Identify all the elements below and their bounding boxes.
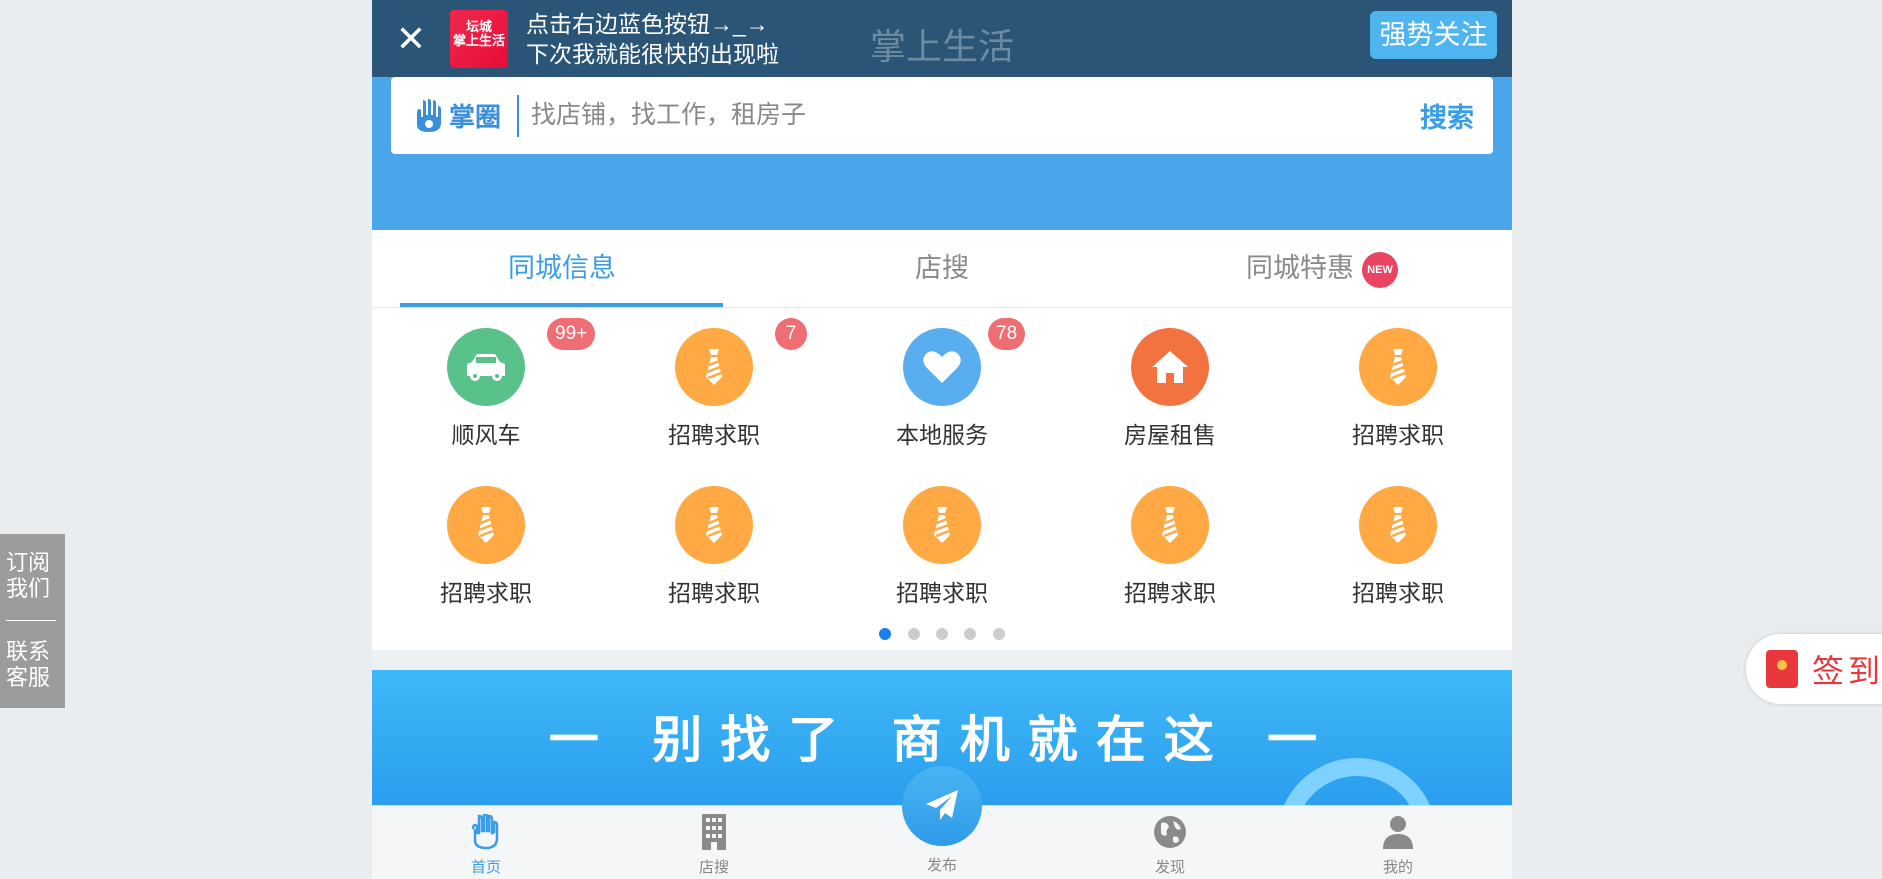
red-envelope-icon [1766, 650, 1798, 688]
search-bar: 掌圈 搜索 [391, 77, 1493, 154]
pager-dot[interactable] [992, 628, 1005, 640]
sign-in-label: 签到 [1812, 653, 1882, 689]
tie-icon [1359, 486, 1437, 564]
brand-logo: 掌圈 [413, 94, 519, 137]
hero-area: 掌圈 搜索 本站浏览：187.1万 发布总量：2.5万 帮助中心 [372, 77, 1512, 287]
carousel-pager [372, 627, 1512, 645]
tie-icon [1131, 486, 1209, 564]
app-column: ✕ 坛城 掌上生活 点击右边蓝色按钮→_→ 下次我就能很快的出现啦 掌上生活 强… [372, 0, 1512, 879]
hand-logo-icon [417, 98, 441, 132]
section-gap [372, 650, 1512, 670]
category-item[interactable]: 本地服务 78 [828, 308, 1056, 458]
count-badge: 78 [988, 318, 1026, 350]
heart-icon [903, 328, 981, 406]
tab-shop-search[interactable]: 店搜 [752, 230, 1132, 307]
tie-icon [1359, 328, 1437, 406]
search-button[interactable]: 搜索 [1420, 96, 1493, 135]
content-tabs: 同城信息 店搜 同城特惠 NEW [372, 230, 1512, 308]
tab-local-info[interactable]: 同城信息 [372, 230, 752, 307]
category-grid: 顺风车 99+ 招聘求职 7 本地服务 78 房屋租售 招聘求职 招聘求职 招聘… [372, 308, 1512, 648]
bottom-tabbar: 首页 店搜 发布 发现 我的 [372, 766, 1512, 879]
category-item[interactable]: 招聘求职 [600, 466, 828, 616]
category-item[interactable]: 招聘求职 [1284, 308, 1512, 458]
contact-service-link[interactable]: 联系 客服 [6, 639, 65, 691]
tabbar-shops[interactable]: 店搜 [600, 806, 828, 879]
house-icon [1131, 328, 1209, 406]
category-item[interactable]: 招聘求职 [1056, 466, 1284, 616]
new-badge: NEW [1362, 251, 1398, 288]
app-logo: 坛城 掌上生活 [450, 9, 508, 68]
tabbar-home[interactable]: 首页 [372, 806, 600, 879]
tab-local-deals[interactable]: 同城特惠 NEW [1132, 230, 1512, 307]
tie-icon [903, 486, 981, 564]
paper-plane-icon[interactable] [902, 766, 982, 846]
category-item[interactable]: 招聘求职 [828, 466, 1056, 616]
subscribe-link[interactable]: 订阅 我们 [6, 550, 65, 602]
follow-button[interactable]: 强势关注 [1370, 11, 1497, 59]
hand-icon [372, 814, 600, 850]
download-banner: ✕ 坛城 掌上生活 点击右边蓝色按钮→_→ 下次我就能很快的出现啦 掌上生活 强… [372, 0, 1512, 77]
side-float-menu: 订阅 我们 联系 客服 [0, 534, 65, 708]
category-item[interactable]: 招聘求职 [1284, 466, 1512, 616]
search-input[interactable] [531, 101, 1420, 130]
sign-in-button[interactable]: 签到 [1746, 634, 1882, 704]
category-item[interactable]: 招聘求职 [372, 466, 600, 616]
category-item[interactable]: 招聘求职 7 [600, 308, 828, 458]
close-icon[interactable]: ✕ [372, 0, 450, 77]
user-icon [1284, 814, 1512, 850]
category-item[interactable]: 房屋租售 [1056, 308, 1284, 458]
tabbar-discover[interactable]: 发现 [1056, 806, 1284, 879]
tabbar-mine[interactable]: 我的 [1284, 806, 1512, 879]
car-icon [447, 328, 525, 406]
pager-dot[interactable] [964, 628, 977, 640]
tabbar-post[interactable]: 发布 [828, 766, 1056, 879]
tie-icon [447, 486, 525, 564]
pager-dot[interactable] [936, 628, 948, 640]
banner-message: 点击右边蓝色按钮→_→ 下次我就能很快的出现啦 [526, 10, 779, 67]
building-icon [600, 814, 828, 850]
pager-dot-active[interactable] [879, 628, 892, 640]
globe-icon [1056, 814, 1284, 850]
divider [6, 620, 56, 621]
count-badge: 7 [775, 318, 807, 350]
count-badge: 99+ [547, 318, 596, 350]
pager-dot[interactable] [907, 628, 920, 640]
category-item[interactable]: 顺风车 99+ [372, 308, 600, 458]
tie-icon [675, 486, 753, 564]
tie-icon [675, 328, 753, 406]
